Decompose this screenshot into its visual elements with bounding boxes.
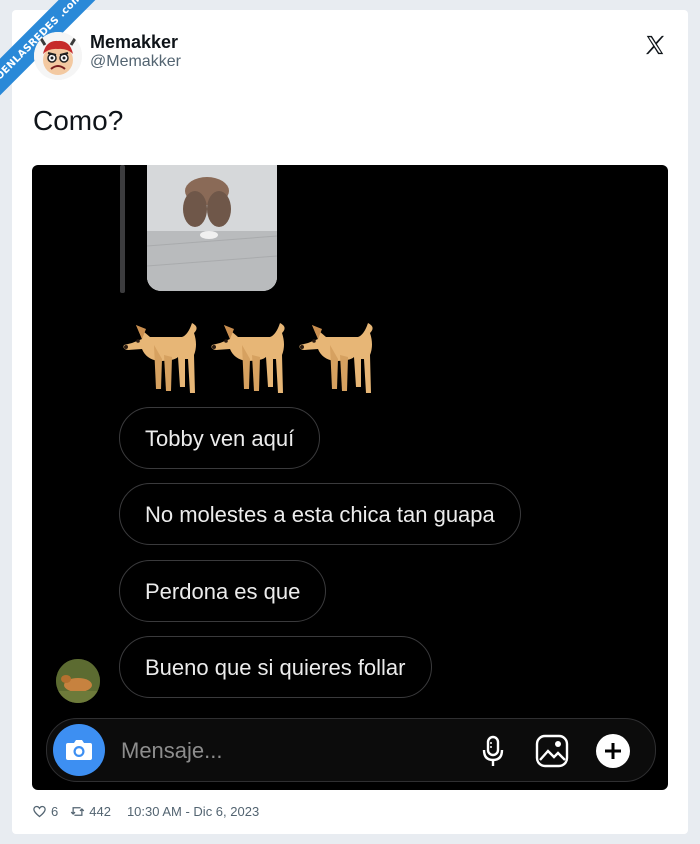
reply-indicator-line [120,165,125,293]
chat-message[interactable]: Perdona es que [119,560,327,622]
gallery-icon[interactable] [534,733,570,769]
like-button[interactable]: 6 [32,804,58,819]
chat-message[interactable]: No molestes a esta chica tan guapa [119,483,521,545]
retweet-button[interactable]: 442 [70,804,111,819]
sender-avatar[interactable] [56,659,100,703]
chat-message[interactable]: Tobby ven aquí [119,407,321,469]
heart-icon [33,805,46,818]
like-count: 6 [51,804,59,819]
add-icon[interactable] [595,733,631,769]
dog-emoji-icon [123,323,373,393]
x-logo-icon[interactable] [644,34,666,56]
chat-message[interactable]: Bueno que si quieres follar [119,636,432,698]
retweet-count: 442 [89,804,111,819]
camera-icon [66,740,92,760]
tweet-media-screenshot[interactable]: Tobby ven aquí No molestes a esta chica … [32,165,668,790]
retweet-icon [71,807,85,816]
author-name[interactable]: Memakker [90,32,178,53]
message-input[interactable] [119,735,423,767]
camera-button[interactable] [53,724,105,776]
tweet-card: VISTOENLASREDES .com Memakker @Memakker … [0,0,688,834]
tweet-text: Como? [33,105,124,136]
microphone-icon[interactable] [475,733,511,769]
author-avatar[interactable] [34,32,82,80]
tweet-footer: 6 442 10:30 AM - Dic 6, 2023 [32,804,259,819]
tweet-timestamp[interactable]: 10:30 AM - Dic 6, 2023 [127,804,259,819]
shared-photo[interactable] [147,165,277,291]
cartoon-face-icon [34,32,82,80]
message-composer [46,718,656,782]
author-handle[interactable]: @Memakker [90,53,181,71]
